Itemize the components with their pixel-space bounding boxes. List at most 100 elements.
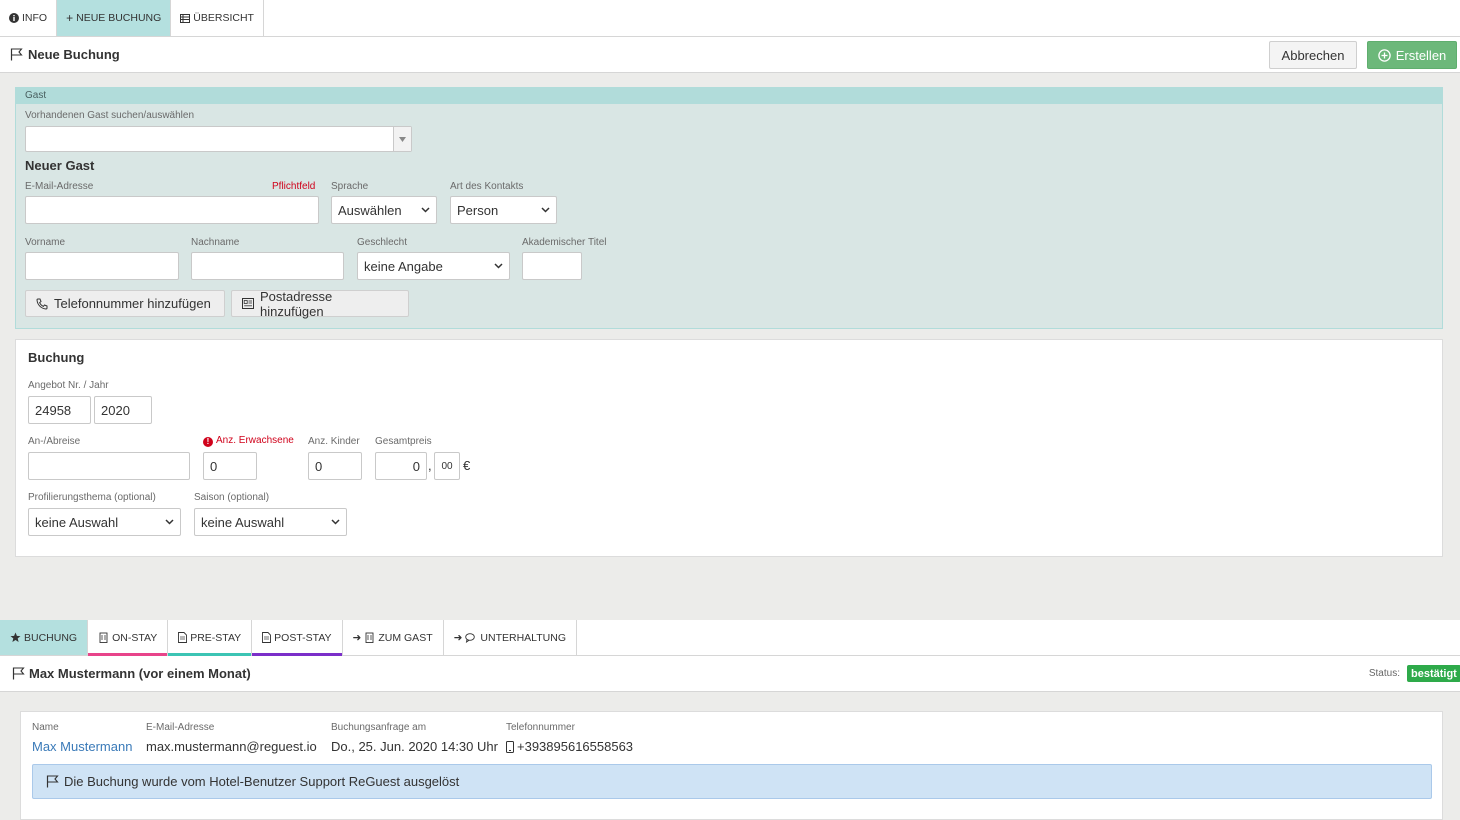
status-label: Status: [1368,668,1400,679]
price-label: Gesamtpreis [375,436,432,447]
adults-label: ! Anz. Erwachsene [203,435,294,447]
tab-pre-stay[interactable]: PRE-STAY [168,620,253,656]
chevron-down-icon [421,207,430,213]
guest-search-label: Vorhandenen Gast suchen/auswählen [25,110,195,121]
gender-value: keine Angabe [364,258,443,274]
star-icon [10,632,21,643]
tab-to-guest[interactable]: ➜ ZUM GAST [343,620,444,655]
profiling-label: Profilierungsthema (optional) [28,492,156,503]
offer-number-field[interactable]: 24958 [28,396,91,424]
language-select[interactable]: Auswählen [331,196,437,224]
info-note-text: Die Buchung wurde vom Hotel-Benutzer Sup… [64,774,460,789]
price-cents-field[interactable]: 00 [434,452,460,480]
status-badge: bestätigt [1407,665,1460,682]
contact-type-select[interactable]: Person [450,196,557,224]
request-date-value: Do., 25. Jun. 2020 14:30 Uhr [331,739,498,754]
tab-post-stay-label: POST-STAY [274,631,332,644]
building-icon [364,632,375,643]
gender-select[interactable]: keine Angabe [357,252,510,280]
academic-title-label: Akademischer Titel [522,237,607,248]
name-label: Name [32,722,59,733]
chevron-down-icon [494,263,503,269]
mobile-phone-icon [506,740,514,753]
required-label: Pflichtfeld [272,181,316,192]
add-phone-button[interactable]: Telefonnummer hinzufügen [25,290,225,317]
tab-conversation-label: UNTERHALTUNG [480,631,566,644]
phone-number: +393895616558563 [517,739,634,754]
lastname-field[interactable] [191,252,344,280]
flag-icon [12,667,25,680]
tab-overview[interactable]: ÜBERSICHT [171,0,264,36]
contact-type-value: Person [457,202,499,218]
season-select[interactable]: keine Auswahl [194,508,347,536]
guest-name-link[interactable]: Max Mustermann [32,739,132,754]
page-header: Neue Buchung Abbrechen Erstellen [0,37,1460,73]
season-value: keine Auswahl [201,514,285,530]
phone-value: +393895616558563 [506,739,633,754]
phone-icon [36,298,48,310]
booking-title: Buchung [28,350,85,365]
conversation-title: Max Mustermann (vor einem Monat) [29,666,251,681]
profiling-value: keine Auswahl [35,514,119,530]
list-icon [180,13,191,23]
children-label: Anz. Kinder [308,436,360,447]
tab-booking[interactable]: BUCHUNG [0,620,89,655]
document-icon [262,632,272,643]
tab-on-stay-label: ON-STAY [112,631,158,644]
tab-post-stay[interactable]: POST-STAY [252,620,343,656]
firstname-field[interactable] [25,252,179,280]
conversation-tab-bar: BUCHUNG ON-STAY PRE-STAY POST-STAY ➜ ZUM… [0,620,1460,656]
firstname-label: Vorname [25,237,66,248]
contact-type-label: Art des Kontakts [450,181,524,192]
adults-field[interactable]: 0 [203,452,257,480]
email-field[interactable] [25,196,319,224]
tab-conversation[interactable]: ➜ UNTERHALTUNG [444,620,577,655]
info-icon [9,13,19,23]
language-value: Auswählen [338,202,402,218]
tab-booking-label: BUCHUNG [24,631,78,644]
arrow-right-icon: ➜ [453,631,463,644]
profiling-select[interactable]: keine Auswahl [28,508,181,536]
document-icon [178,632,188,643]
email-value: max.mustermann@reguest.io [146,739,317,754]
price-field[interactable]: 0 [375,452,427,480]
flag-icon [10,48,23,61]
dates-label: An-/Abreise [28,436,81,447]
add-address-label: Postadresse hinzufügen [260,288,333,319]
guest-section-label: Gast [16,88,1442,104]
cancel-button[interactable]: Abbrechen [1269,41,1357,69]
tab-info[interactable]: INFO [0,0,58,36]
plus-circle-icon [1377,48,1391,62]
language-label: Sprache [331,181,369,192]
gender-label: Geschlecht [357,237,408,248]
add-phone-label: Telefonnummer hinzufügen [54,296,211,311]
plus-icon: + [66,11,74,25]
academic-title-field[interactable] [522,252,582,280]
building-icon [98,632,109,643]
caret-down-icon[interactable] [393,127,411,151]
request-date-label: Buchungsanfrage am [331,722,427,733]
tab-to-guest-label: ZUM GAST [378,631,433,644]
info-note: Die Buchung wurde vom Hotel-Benutzer Sup… [32,764,1432,799]
page-title: Neue Buchung [28,47,120,62]
top-tab-bar: INFO + NEUE BUCHUNG ÜBERSICHT [0,0,1460,37]
season-label: Saison (optional) [194,492,270,503]
flag-icon [46,775,59,788]
lastname-label: Nachname [191,237,240,248]
guest-panel: Gast Vorhandenen Gast suchen/auswählen N… [15,87,1443,329]
create-button[interactable]: Erstellen [1367,41,1457,69]
chevron-down-icon [165,519,174,525]
dates-field[interactable] [28,452,190,480]
offer-year-field[interactable]: 2020 [94,396,152,424]
guest-search-select[interactable] [25,126,412,152]
phone-label: Telefonnummer [506,722,575,733]
tab-new-booking-label: NEUE BUCHUNG [76,12,162,24]
arrow-right-icon: ➜ [352,631,362,644]
conversation-header: Max Mustermann (vor einem Monat) Status:… [0,656,1460,692]
tab-on-stay[interactable]: ON-STAY [88,620,169,656]
add-address-button[interactable]: Postadresse hinzufügen [231,288,409,319]
offer-label: Angebot Nr. / Jahr [28,380,109,391]
chevron-down-icon [541,207,550,213]
tab-new-booking[interactable]: + NEUE BUCHUNG [57,0,172,36]
children-field[interactable]: 0 [308,452,362,480]
